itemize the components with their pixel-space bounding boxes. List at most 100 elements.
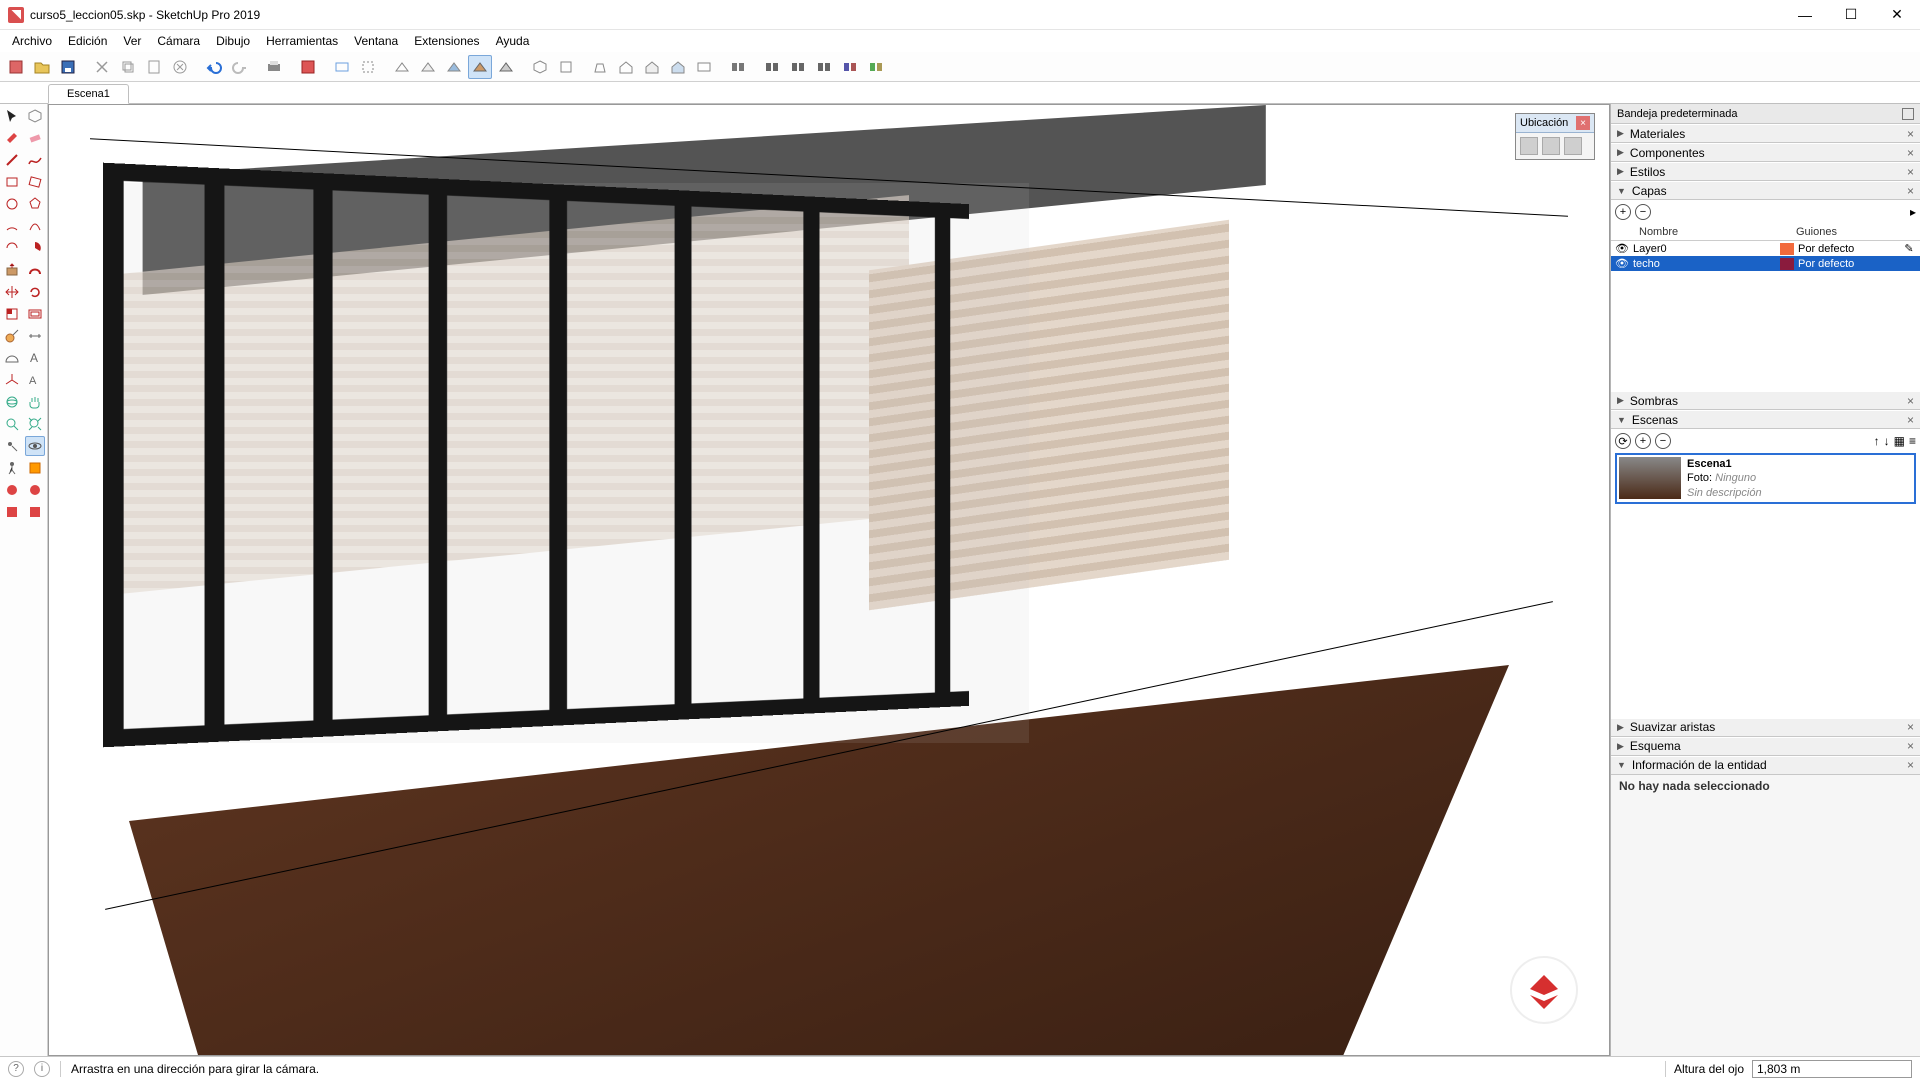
- tool-section[interactable]: [25, 458, 45, 478]
- scene-view-icon[interactable]: ▦: [1894, 434, 1905, 448]
- tool-copy[interactable]: [116, 55, 140, 79]
- scene-menu-icon[interactable]: ≡: [1909, 434, 1916, 448]
- tool-offset[interactable]: [25, 304, 45, 324]
- panel-capas[interactable]: ▼Capas×: [1611, 181, 1920, 200]
- close-icon[interactable]: ×: [1907, 184, 1914, 198]
- tool-arc2[interactable]: [25, 216, 45, 236]
- close-icon[interactable]: ×: [1907, 720, 1914, 734]
- tray-pin-icon[interactable]: [1902, 108, 1914, 120]
- layer-color-swatch[interactable]: [1780, 258, 1794, 270]
- close-icon[interactable]: ×: [1907, 127, 1914, 141]
- tool-position-camera[interactable]: [2, 436, 22, 456]
- location-icon-2[interactable]: [1542, 137, 1560, 155]
- tool-plan[interactable]: [692, 55, 716, 79]
- tool-open[interactable]: [30, 55, 54, 79]
- tool-wireframe[interactable]: [390, 55, 414, 79]
- tool-protractor[interactable]: [2, 348, 22, 368]
- close-icon[interactable]: ×: [1907, 739, 1914, 753]
- tool-print[interactable]: [262, 55, 286, 79]
- tool-save[interactable]: [56, 55, 80, 79]
- tool-followme[interactable]: [25, 260, 45, 280]
- tool-g3[interactable]: [786, 55, 810, 79]
- status-info-icon[interactable]: i: [34, 1061, 50, 1077]
- scene-add-button[interactable]: +: [1635, 433, 1651, 449]
- tool-g5[interactable]: [838, 55, 862, 79]
- tool-house2[interactable]: [640, 55, 664, 79]
- edit-icon[interactable]: ✎: [1902, 242, 1916, 255]
- tool-freehand[interactable]: [25, 150, 45, 170]
- tool-3dtext[interactable]: A: [25, 370, 45, 390]
- tool-xray[interactable]: [330, 55, 354, 79]
- location-icon-3[interactable]: [1564, 137, 1582, 155]
- tool-move[interactable]: [2, 282, 22, 302]
- tool-arc3[interactable]: [2, 238, 22, 258]
- tool-rotrect[interactable]: [25, 172, 45, 192]
- location-close-icon[interactable]: ×: [1576, 116, 1590, 130]
- tool-tape[interactable]: [2, 326, 22, 346]
- menu-extensiones[interactable]: Extensiones: [406, 32, 487, 50]
- tool-arc[interactable]: [2, 216, 22, 236]
- tool-front[interactable]: [588, 55, 612, 79]
- panel-materiales[interactable]: ▶Materiales×: [1611, 124, 1920, 143]
- menu-archivo[interactable]: Archivo: [4, 32, 60, 50]
- panel-info[interactable]: ▼Información de la entidad×: [1611, 756, 1920, 775]
- tool-scale[interactable]: [2, 304, 22, 324]
- tool-pan[interactable]: [25, 392, 45, 412]
- tool-monochrome[interactable]: [494, 55, 518, 79]
- tool-look-around[interactable]: [25, 436, 45, 456]
- tool-pie[interactable]: [25, 238, 45, 258]
- tool-group1[interactable]: [726, 55, 750, 79]
- tool-model-info[interactable]: [296, 55, 320, 79]
- menu-herramientas[interactable]: Herramientas: [258, 32, 346, 50]
- tool-zoom-extents[interactable]: [25, 414, 45, 434]
- tool-polygon[interactable]: [25, 194, 45, 214]
- menu-edicion[interactable]: Edición: [60, 32, 115, 50]
- panel-esquema[interactable]: ▶Esquema×: [1611, 737, 1920, 756]
- tool-new[interactable]: [4, 55, 28, 79]
- visibility-icon[interactable]: 👁: [1615, 242, 1629, 255]
- tool-ext3[interactable]: [2, 502, 22, 522]
- tool-iso[interactable]: [528, 55, 552, 79]
- menu-dibujo[interactable]: Dibujo: [208, 32, 258, 50]
- tool-shaded[interactable]: [442, 55, 466, 79]
- layer-color-swatch[interactable]: [1780, 243, 1794, 255]
- layer-add-button[interactable]: +: [1615, 204, 1631, 220]
- tool-component[interactable]: [25, 106, 45, 126]
- window-maximize[interactable]: ☐: [1828, 0, 1874, 30]
- tool-paint[interactable]: [2, 128, 22, 148]
- tool-ext1[interactable]: [2, 480, 22, 500]
- panel-suavizar[interactable]: ▶Suavizar aristas×: [1611, 718, 1920, 737]
- tool-hiddenline[interactable]: [416, 55, 440, 79]
- tool-g4[interactable]: [812, 55, 836, 79]
- close-icon[interactable]: ×: [1907, 165, 1914, 179]
- eye-height-input[interactable]: [1752, 1060, 1912, 1078]
- panel-componentes[interactable]: ▶Componentes×: [1611, 143, 1920, 162]
- tool-redo[interactable]: [228, 55, 252, 79]
- tool-axes[interactable]: [2, 370, 22, 390]
- tool-undo[interactable]: [202, 55, 226, 79]
- layer-row[interactable]: 👁 Layer0 Por defecto ✎: [1611, 241, 1920, 256]
- close-icon[interactable]: ×: [1907, 394, 1914, 408]
- tool-select[interactable]: [2, 106, 22, 126]
- tool-shaded-textures[interactable]: [468, 55, 492, 79]
- tool-delete[interactable]: [168, 55, 192, 79]
- panel-sombras[interactable]: ▶Sombras×: [1611, 391, 1920, 410]
- tool-orbit[interactable]: [2, 392, 22, 412]
- layer-remove-button[interactable]: −: [1635, 204, 1651, 220]
- tool-ext4[interactable]: [25, 502, 45, 522]
- panel-estilos[interactable]: ▶Estilos×: [1611, 162, 1920, 181]
- tool-eraser[interactable]: [25, 128, 45, 148]
- tool-walk[interactable]: [2, 458, 22, 478]
- tool-ext2[interactable]: [25, 480, 45, 500]
- panel-escenas[interactable]: ▼Escenas×: [1611, 410, 1920, 429]
- close-icon[interactable]: ×: [1907, 146, 1914, 160]
- tool-g2[interactable]: [760, 55, 784, 79]
- tool-zoom[interactable]: [2, 414, 22, 434]
- menu-ver[interactable]: Ver: [115, 32, 149, 50]
- window-minimize[interactable]: —: [1782, 0, 1828, 30]
- location-panel[interactable]: Ubicación ×: [1515, 113, 1595, 160]
- menu-ayuda[interactable]: Ayuda: [488, 32, 538, 50]
- tool-rotate[interactable]: [25, 282, 45, 302]
- close-icon[interactable]: ×: [1907, 413, 1914, 427]
- tool-backedges[interactable]: [356, 55, 380, 79]
